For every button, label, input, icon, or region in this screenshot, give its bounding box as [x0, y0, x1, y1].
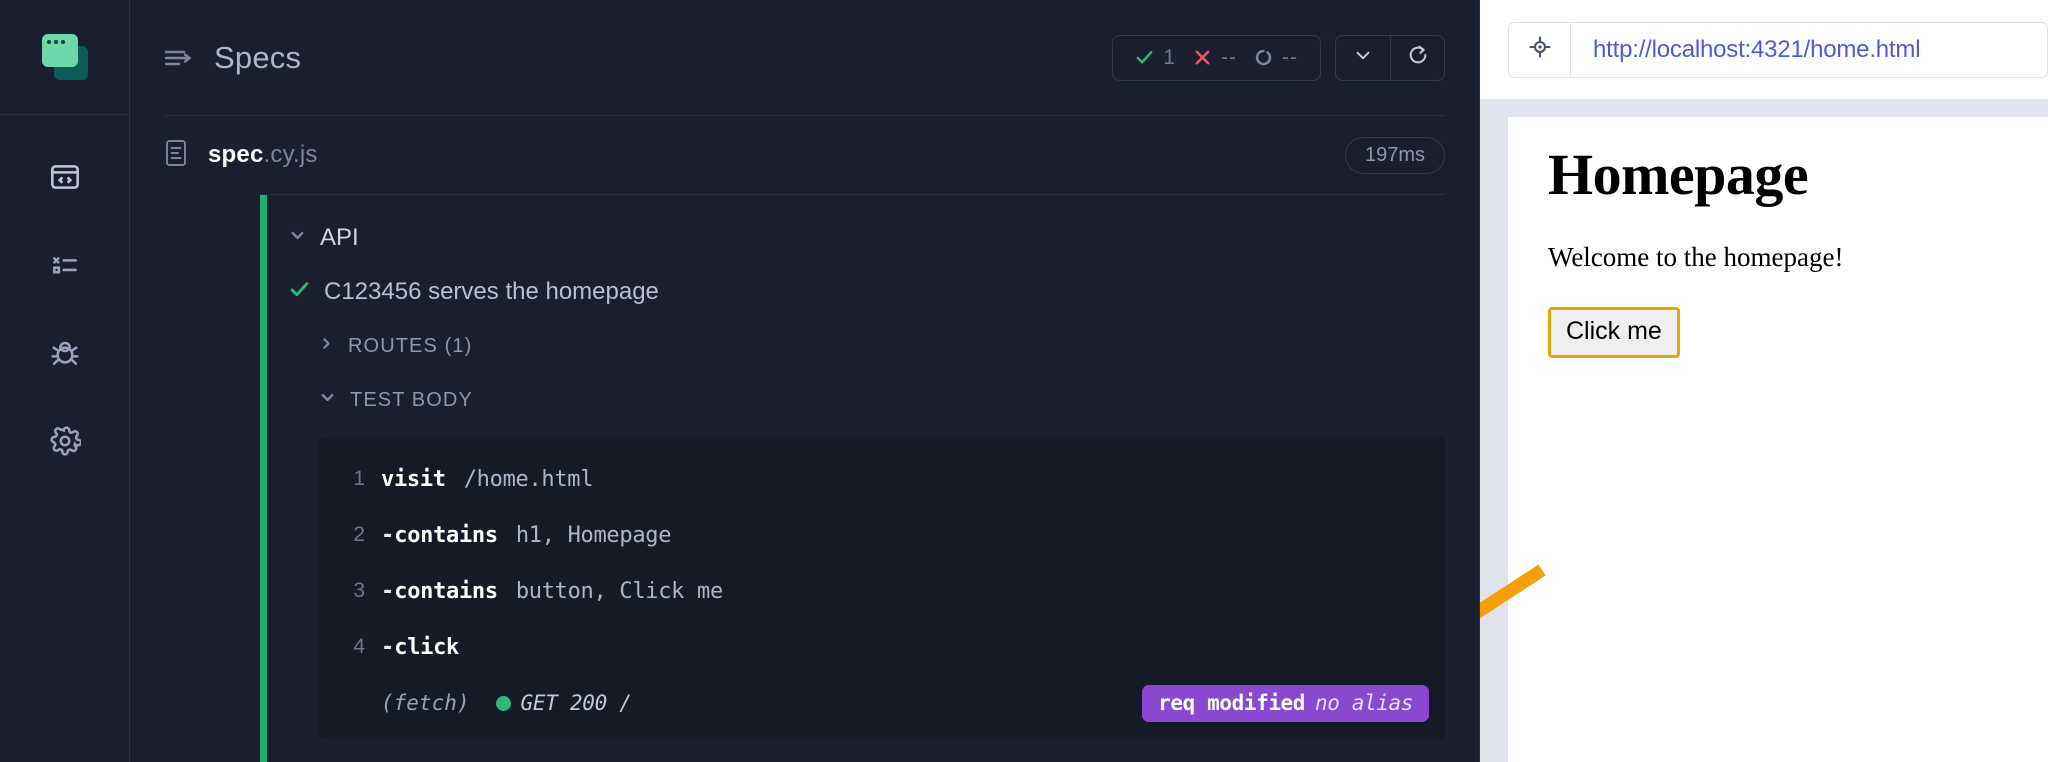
request-status-label: GET 200 / [520, 691, 632, 715]
section-row-test-body[interactable]: TEST BODY [130, 373, 1479, 427]
refresh-icon [1407, 44, 1429, 71]
runs-list-icon [49, 249, 81, 286]
collapse-all-button[interactable] [1336, 36, 1390, 80]
chevron-down-icon [1352, 44, 1374, 71]
pending-circle-icon [1254, 48, 1273, 67]
cypress-logo-icon [41, 34, 88, 80]
spec-duration-badge: 197ms [1344, 136, 1445, 174]
suite-row-api[interactable]: API [130, 211, 1479, 265]
selector-playground-button[interactable] [1509, 22, 1571, 77]
chevron-right-icon[interactable] [319, 336, 334, 356]
reporter-title-group: Specs [164, 40, 301, 76]
command-name: visit [381, 466, 446, 492]
cypress-app-window: Specs 1 -- -- spec.cy.js 197ms API C1234… [0, 0, 2048, 762]
stat-failed-value: -- [1221, 45, 1237, 69]
command-number: 1 [353, 467, 365, 490]
debug-bug-icon [49, 337, 81, 374]
command-number: 2 [353, 523, 365, 546]
test-label: C123456 serves the homepage [324, 278, 659, 305]
command-dash: - [381, 522, 395, 548]
left-icon-rail [0, 0, 130, 762]
click-me-button[interactable]: Click me [1548, 306, 1680, 358]
chevron-down-icon[interactable] [289, 227, 306, 249]
selector-playground-crosshair-icon [1527, 34, 1553, 65]
command-number: 4 [353, 635, 365, 658]
aut-iframe: Homepage Welcome to the homepage! Click … [1508, 117, 2048, 762]
page-heading: Homepage [1548, 142, 1809, 207]
aut-viewport-container: Homepage Welcome to the homepage! Click … [1480, 99, 2048, 762]
stat-failed: -- [1193, 46, 1237, 70]
sidebar-item-runs[interactable] [0, 223, 130, 311]
command-row[interactable]: 2 - contains h1, Homepage [319, 507, 1445, 563]
test-reporter-panel: Specs 1 -- -- spec.cy.js 197ms API C1234… [130, 0, 1480, 762]
app-logo [0, 0, 130, 115]
rail-item-list [0, 115, 130, 487]
suite-label: API [320, 224, 359, 251]
command-body: - contains button, Click me [381, 579, 723, 604]
specs-arrow-icon [164, 47, 194, 69]
reporter-header: Specs 1 -- -- [130, 0, 1479, 115]
command-body: - contains h1, Homepage [381, 523, 671, 548]
command-dash: - [381, 634, 395, 660]
aut-url-bar-area: http://localhost:4321/home.html [1480, 0, 2048, 99]
logo-dot [60, 40, 65, 44]
page-paragraph: Welcome to the homepage! [1548, 241, 1844, 272]
sidebar-item-debug[interactable] [0, 311, 130, 399]
command-args: h1, Homepage [515, 522, 672, 548]
test-row[interactable]: C123456 serves the homepage [130, 265, 1479, 319]
sidebar-item-settings[interactable] [0, 399, 130, 487]
suite-status-accent-bar [260, 195, 267, 762]
app-under-test-panel: http://localhost:4321/home.html Homepage… [1480, 0, 2048, 762]
spec-file-header: spec.cy.js 197ms [130, 116, 1479, 194]
file-icon [164, 139, 188, 172]
section-label: ROUTES (1) [348, 334, 473, 357]
command-body: visit /home.html [381, 467, 593, 492]
stat-passed: 1 [1135, 46, 1176, 70]
spec-name-base: spec [208, 141, 264, 168]
url-bar[interactable]: http://localhost:4321/home.html [1508, 21, 2048, 78]
command-row[interactable]: 1 visit /home.html [319, 451, 1445, 507]
test-tree: API C123456 serves the homepage ROUTES (… [130, 195, 1479, 762]
spec-name-ext: .cy.js [263, 141, 318, 168]
test-stats-bar: 1 -- -- [1112, 34, 1321, 81]
stat-passed-value: 1 [1163, 45, 1176, 69]
logo-front-window [41, 34, 78, 67]
command-number: 3 [353, 579, 365, 602]
request-status-dot-icon [495, 695, 511, 711]
logo-dot [46, 40, 51, 44]
badge-sub-label: no alias [1315, 690, 1413, 715]
section-label: TEST BODY [350, 388, 473, 411]
command-row[interactable]: 4 - click [319, 619, 1445, 675]
url-text[interactable]: http://localhost:4321/home.html [1571, 36, 1921, 64]
command-name: contains [394, 578, 498, 604]
command-row[interactable]: 3 - contains button, Click me [319, 563, 1445, 619]
request-type-label: (fetch) [381, 691, 470, 715]
command-body: - click [381, 635, 477, 660]
reporter-toolbar [1335, 34, 1445, 81]
spec-file-name: spec.cy.js [208, 141, 318, 169]
command-log: 1 visit /home.html 2 - contains h1, Homep… [319, 437, 1445, 739]
x-icon [1193, 48, 1212, 67]
command-args: /home.html [463, 466, 594, 492]
command-args: button, Click me [515, 578, 723, 604]
request-alias-badge[interactable]: req modified no alias [1142, 684, 1429, 722]
badge-main-label: req modified [1158, 690, 1306, 715]
sidebar-item-specs[interactable] [0, 135, 130, 223]
chevron-down-icon[interactable] [319, 389, 336, 411]
logo-dot [53, 40, 58, 44]
check-icon [289, 279, 310, 305]
command-dash: - [381, 578, 395, 604]
settings-gear-icon [49, 425, 82, 462]
section-row-routes[interactable]: ROUTES (1) [130, 319, 1479, 373]
page-title: Specs [214, 39, 302, 75]
stat-pending-value: -- [1282, 45, 1298, 69]
network-request-row[interactable]: (fetch) GET 200 / req modified no alias [319, 675, 1445, 731]
specs-code-window-icon [49, 161, 81, 198]
check-icon [1135, 48, 1154, 67]
command-name: click [394, 634, 459, 660]
stat-pending: -- [1254, 46, 1298, 70]
rerun-tests-button[interactable] [1390, 35, 1444, 80]
command-name: contains [394, 522, 498, 548]
